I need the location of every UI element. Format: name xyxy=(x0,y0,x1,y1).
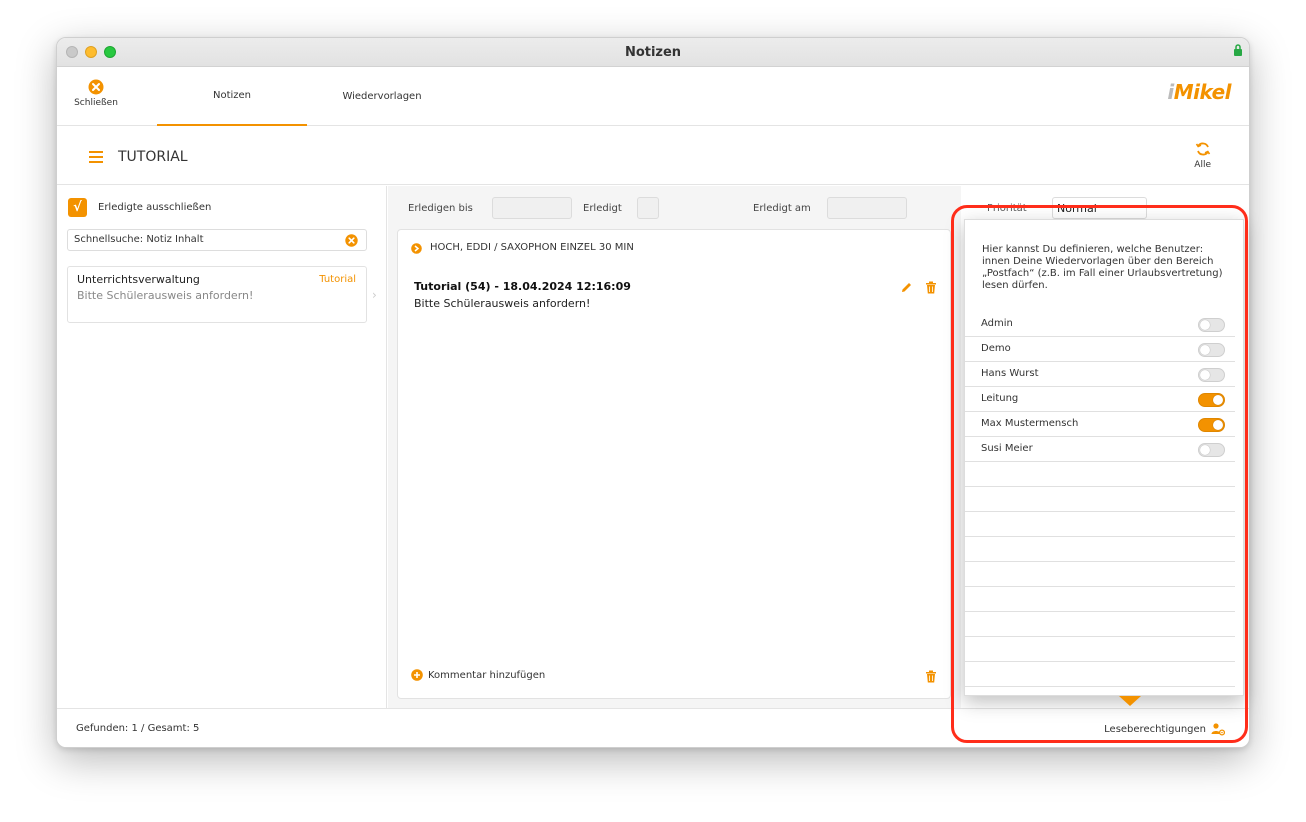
tab-wiedervorlagen[interactable]: Wiedervorlagen xyxy=(307,67,457,126)
note-title: Tutorial (54) - 18.04.2024 12:16:09 xyxy=(414,280,631,293)
erledigen-bis-field[interactable] xyxy=(492,197,572,219)
note-item-category: Tutorial xyxy=(319,274,356,285)
toggle-admin[interactable] xyxy=(1198,318,1225,332)
user-row-max-mustermensch: Max Mustermensch xyxy=(965,412,1235,437)
priority-label: Priorität xyxy=(987,203,1027,214)
chevron-right-icon: › xyxy=(372,288,377,302)
toggle-demo[interactable] xyxy=(1198,343,1225,357)
toggle-susi-meier[interactable] xyxy=(1198,443,1225,457)
leseberechtigungen-button[interactable]: Leseberechtigungen xyxy=(1104,722,1225,736)
user-row-leitung: Leitung xyxy=(965,387,1235,412)
note-item-title: Unterrichtsverwaltung xyxy=(77,273,200,286)
result-count: Gefunden: 1 / Gesamt: 5 xyxy=(76,723,200,734)
add-comment-button[interactable]: Kommentar hinzufügen xyxy=(411,669,545,681)
user-row-demo: Demo xyxy=(965,337,1235,362)
arrow-circle-icon xyxy=(411,243,422,254)
close-button-label: Schließen xyxy=(74,98,118,108)
user-settings-icon xyxy=(1211,723,1225,736)
search-input[interactable]: Schnellsuche: Notiz Inhalt xyxy=(67,229,367,251)
clear-search-icon[interactable] xyxy=(345,234,358,247)
read-permissions-popover: Hier kannst Du definieren, welche Benutz… xyxy=(964,219,1244,696)
section-header: TUTORIAL Alle xyxy=(57,127,1249,185)
empty-row xyxy=(965,637,1235,662)
empty-row xyxy=(965,562,1235,587)
user-name: Admin xyxy=(981,318,1013,329)
user-name: Susi Meier xyxy=(981,443,1033,454)
erledigen-bis-label: Erledigen bis xyxy=(408,203,473,214)
close-button[interactable]: Schließen xyxy=(71,79,121,108)
alle-refresh-button[interactable]: Alle xyxy=(1194,141,1211,170)
pencil-icon[interactable] xyxy=(900,281,913,294)
exclude-done-checkbox[interactable]: √ Erledigte ausschließen xyxy=(68,198,211,217)
erledigt-checkbox[interactable] xyxy=(637,197,659,219)
leseberechtigungen-label: Leseberechtigungen xyxy=(1104,723,1206,735)
note-text: Bitte Schülerausweis anfordern! xyxy=(414,297,591,310)
user-row-hans-wurst: Hans Wurst xyxy=(965,362,1235,387)
title-bar: Notizen xyxy=(57,38,1249,67)
popover-description: Hier kannst Du definieren, welche Benutz… xyxy=(982,244,1223,291)
erledigt-am-field[interactable] xyxy=(827,197,907,219)
tab-notizen[interactable]: Notizen xyxy=(157,67,307,126)
hamburger-menu-icon[interactable] xyxy=(89,151,103,163)
notes-list-pane: √ Erledigte ausschließen Schnellsuche: N… xyxy=(57,186,387,708)
trash-icon[interactable] xyxy=(925,670,937,683)
empty-row xyxy=(965,462,1235,487)
user-name: Max Mustermensch xyxy=(981,418,1079,429)
list-item[interactable]: Unterrichtsverwaltung Tutorial Bitte Sch… xyxy=(67,266,367,323)
plus-circle-icon xyxy=(411,669,423,681)
erledigt-label: Erledigt xyxy=(583,203,622,214)
window-title: Notizen xyxy=(624,45,682,60)
empty-row xyxy=(965,537,1235,562)
empty-row xyxy=(965,612,1235,637)
empty-row xyxy=(965,487,1235,512)
student-course-label: HOCH, EDDI / SAXOPHON EINZEL 30 MIN xyxy=(430,242,634,253)
empty-row xyxy=(965,662,1235,687)
empty-row xyxy=(965,512,1235,537)
exclude-done-label: Erledigte ausschließen xyxy=(98,202,212,213)
toolbar: Schließen Notizen Wiedervorlagen iMikel xyxy=(57,67,1249,126)
note-item-snippet: Bitte Schülerausweis anfordern! xyxy=(77,289,254,302)
status-bar: Gefunden: 1 / Gesamt: 5 Leseberechtigung… xyxy=(57,708,1249,747)
user-row-susi-meier: Susi Meier xyxy=(965,437,1235,462)
user-name: Hans Wurst xyxy=(981,368,1039,379)
priority-select[interactable]: Normal xyxy=(1052,197,1147,219)
add-comment-label: Kommentar hinzufügen xyxy=(428,669,546,681)
user-row-admin: Admin xyxy=(965,312,1235,337)
note-detail-card: HOCH, EDDI / SAXOPHON EINZEL 30 MIN Tuto… xyxy=(397,229,951,699)
lock-icon xyxy=(1234,44,1242,56)
popover-arrow xyxy=(1119,696,1141,706)
close-circle-icon xyxy=(88,79,104,95)
user-name: Leitung xyxy=(981,393,1019,404)
page-title: TUTORIAL xyxy=(118,149,188,165)
note-detail-pane: Erledigen bis Erledigt Erledigt am HOCH,… xyxy=(388,186,961,708)
toggle-max-mustermensch[interactable] xyxy=(1198,418,1225,432)
toggle-hans-wurst[interactable] xyxy=(1198,368,1225,382)
user-name: Demo xyxy=(981,343,1011,354)
refresh-icon xyxy=(1195,142,1210,156)
imikel-logo: iMikel xyxy=(1167,80,1231,104)
trash-icon[interactable] xyxy=(925,281,937,294)
checkmark-icon: √ xyxy=(68,198,87,217)
erledigt-am-label: Erledigt am xyxy=(753,203,811,214)
empty-row xyxy=(965,587,1235,612)
alle-label: Alle xyxy=(1194,160,1211,170)
toggle-leitung[interactable] xyxy=(1198,393,1225,407)
